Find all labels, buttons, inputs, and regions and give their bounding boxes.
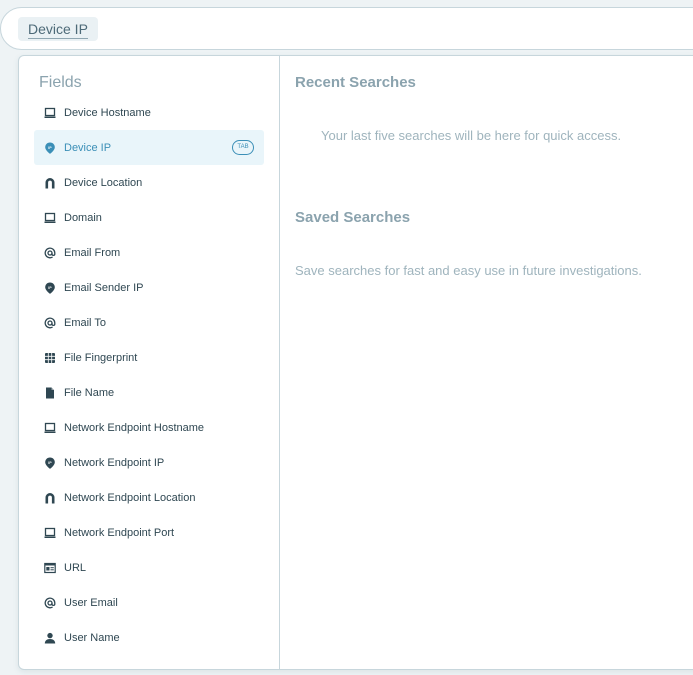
field-item-label: User Email: [64, 596, 118, 609]
field-item-domain[interactable]: Domain: [34, 200, 264, 235]
field-item-label: Email Sender IP: [64, 281, 144, 294]
field-item-device-hostname[interactable]: Device Hostname: [34, 95, 264, 130]
field-item-user-name[interactable]: User Name: [34, 620, 264, 655]
field-item-network-endpoint-hostname[interactable]: Network Endpoint Hostname: [34, 410, 264, 445]
field-item-label: Email To: [64, 316, 106, 329]
field-item-label: URL: [64, 561, 87, 574]
field-item-label: Device Location: [64, 176, 143, 189]
field-item-device-location[interactable]: Device Location: [34, 165, 264, 200]
monitor-icon: [44, 107, 56, 119]
field-item-label: Network Endpoint Port: [64, 526, 175, 539]
field-item-network-endpoint-ip[interactable]: IP Network Endpoint IP: [34, 445, 264, 480]
field-item-user-email[interactable]: User Email: [34, 585, 264, 620]
field-item-email-sender-ip[interactable]: IP Email Sender IP: [34, 270, 264, 305]
field-item-label: Device Hostname: [64, 106, 151, 119]
field-item-file-fingerprint[interactable]: File Fingerprint: [34, 340, 264, 375]
saved-searches-title: Saved Searches: [295, 209, 411, 226]
field-item-email-from[interactable]: Email From: [34, 235, 264, 270]
field-item-label: User Name: [64, 631, 120, 644]
at-icon: [44, 247, 56, 259]
field-item-label: Network Endpoint IP: [64, 456, 165, 469]
field-list: Device Hostname IP Device IP TAB Device Loca…: [34, 95, 264, 655]
browser-icon: [44, 562, 56, 574]
file-icon: [44, 387, 56, 399]
ip-pin-icon: IP: [44, 282, 56, 294]
field-item-label: Device IP: [64, 141, 112, 154]
field-item-label: File Fingerprint: [64, 351, 138, 364]
tab-key-badge: TAB: [232, 140, 254, 155]
ip-pin-icon: IP: [44, 142, 56, 154]
field-item-device-ip[interactable]: IP Device IP TAB: [34, 130, 264, 165]
svg-text:IP: IP: [48, 145, 52, 149]
field-item-label: Domain: [64, 211, 102, 224]
magnet-icon: [44, 177, 56, 189]
svg-text:IP: IP: [48, 285, 52, 289]
magnet-icon: [44, 492, 56, 504]
monitor-icon: [44, 527, 56, 539]
fingerprint-grid-icon: [44, 352, 56, 364]
search-bar[interactable]: Device IP: [0, 7, 693, 50]
search-dropdown: Fields Device Hostname IP Device IP TAB Devi…: [18, 55, 693, 670]
search-chip[interactable]: Device IP: [18, 17, 98, 41]
fields-panel: Fields Device Hostname IP Device IP TAB Devi…: [19, 56, 280, 669]
at-icon: [44, 597, 56, 609]
svg-text:IP: IP: [48, 460, 52, 464]
field-item-label: Network Endpoint Location: [64, 491, 196, 504]
field-item-label: Network Endpoint Hostname: [64, 421, 205, 434]
field-item-label: Email From: [64, 246, 121, 259]
at-icon: [44, 317, 56, 329]
monitor-icon: [44, 212, 56, 224]
search-chip-label: Device IP: [28, 21, 88, 39]
recent-searches-title: Recent Searches: [295, 74, 416, 91]
ip-pin-icon: IP: [44, 457, 56, 469]
field-item-email-to[interactable]: Email To: [34, 305, 264, 340]
searches-panel: Recent Searches Your last five searches …: [295, 56, 693, 669]
field-item-network-endpoint-location[interactable]: Network Endpoint Location: [34, 480, 264, 515]
field-item-url[interactable]: URL: [34, 550, 264, 585]
monitor-icon: [44, 422, 56, 434]
saved-searches-empty-text: Save searches for fast and easy use in f…: [295, 263, 642, 278]
field-item-network-endpoint-port[interactable]: Network Endpoint Port: [34, 515, 264, 550]
recent-searches-empty-text: Your last five searches will be here for…: [321, 128, 622, 143]
fields-title: Fields: [39, 74, 82, 91]
field-item-label: File Name: [64, 386, 115, 399]
user-icon: [44, 632, 56, 644]
field-item-file-name[interactable]: File Name: [34, 375, 264, 410]
